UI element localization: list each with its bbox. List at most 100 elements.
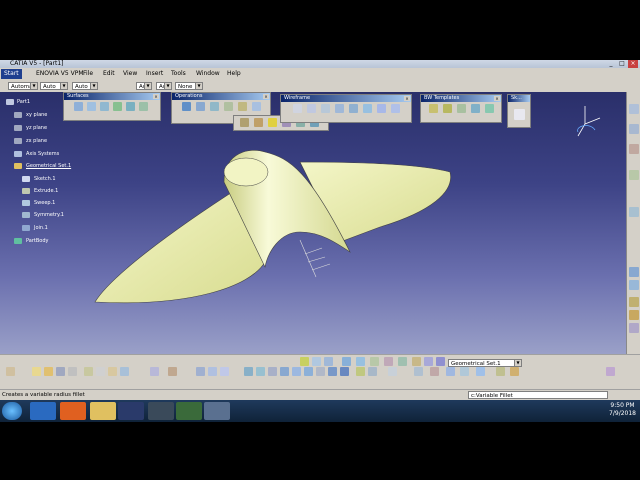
tree-root[interactable]: Part1 <box>17 99 30 105</box>
template-icon[interactable] <box>485 104 494 113</box>
new-icon[interactable] <box>32 367 41 376</box>
system-clock[interactable]: 9:50 PM 7/9/2018 <box>609 402 636 418</box>
open-icon[interactable] <box>44 367 53 376</box>
undo-icon[interactable] <box>120 367 129 376</box>
fit-all-icon[interactable] <box>256 367 265 376</box>
variable-fillet-icon[interactable] <box>268 118 277 127</box>
boundary-icon[interactable] <box>224 102 233 111</box>
tool-icon[interactable] <box>312 357 321 366</box>
close-icon[interactable]: × <box>628 60 638 68</box>
app-icon[interactable] <box>148 402 174 420</box>
extract-icon[interactable] <box>238 102 247 111</box>
tool-icon[interactable] <box>629 297 639 307</box>
tool-icon[interactable] <box>496 367 505 376</box>
tool-icon[interactable] <box>629 267 639 277</box>
tree-zx-plane[interactable]: zx plane <box>26 138 47 144</box>
command-input[interactable]: c:Variable Fillet <box>468 391 608 399</box>
rotate-icon[interactable] <box>280 367 289 376</box>
zoom-in-icon[interactable] <box>292 367 301 376</box>
tool-icon[interactable] <box>220 367 229 376</box>
fillet-icon[interactable] <box>252 102 261 111</box>
layer-combo[interactable]: None ▼ <box>175 82 203 90</box>
fill-icon[interactable] <box>139 102 148 111</box>
tool-icon[interactable] <box>629 323 639 333</box>
template-icon[interactable] <box>457 104 466 113</box>
chrome-icon[interactable] <box>176 402 202 420</box>
tool-icon[interactable] <box>384 357 393 366</box>
paste-icon[interactable] <box>108 367 117 376</box>
color-combo[interactable]: Automa ▼ <box>8 82 38 90</box>
menu-enovia[interactable]: ENOVIA V5 VPM <box>33 69 87 79</box>
tool-icon[interactable] <box>6 367 15 376</box>
tool-icon[interactable] <box>629 310 639 320</box>
point-icon[interactable] <box>293 104 302 113</box>
3d-viewport[interactable]: Part1 xy plane yz plane zx plane Axis Sy… <box>0 92 626 354</box>
tool-icon[interactable] <box>629 104 639 114</box>
part-geometry[interactable] <box>0 92 626 354</box>
whats-this-icon[interactable] <box>150 367 159 376</box>
swap-space-icon[interactable] <box>368 367 377 376</box>
fly-mode-icon[interactable] <box>244 367 253 376</box>
cut-icon[interactable] <box>84 367 93 376</box>
menu-help[interactable]: Help <box>224 69 244 79</box>
template-icon[interactable] <box>443 104 452 113</box>
tree-axis-systems[interactable]: Axis Systems <box>26 151 59 157</box>
tree-sweep-1[interactable]: Sweep.1 <box>34 200 55 206</box>
spline-icon[interactable] <box>391 104 400 113</box>
tool-icon[interactable] <box>324 357 333 366</box>
tool-icon[interactable] <box>629 124 639 134</box>
zoom-out-icon[interactable] <box>304 367 313 376</box>
tool-icon[interactable] <box>436 357 445 366</box>
menu-window[interactable]: Window <box>193 69 223 79</box>
shape-fillet-icon[interactable] <box>240 118 249 127</box>
iso-view-icon[interactable] <box>328 367 337 376</box>
circle-icon[interactable] <box>377 104 386 113</box>
close-icon[interactable]: × <box>404 96 410 101</box>
copy-icon[interactable] <box>96 367 105 376</box>
tool-icon[interactable] <box>629 144 639 154</box>
start-orb-icon[interactable] <box>2 402 22 420</box>
tool-icon[interactable] <box>370 357 379 366</box>
menu-view[interactable]: View <box>120 69 140 79</box>
sweep-icon[interactable] <box>126 102 135 111</box>
minimize-icon[interactable]: _ <box>606 60 616 68</box>
catia-task-icon[interactable] <box>204 402 230 420</box>
normal-view-icon[interactable] <box>316 367 325 376</box>
template-icon[interactable] <box>471 104 480 113</box>
internet-explorer-icon[interactable] <box>30 402 56 420</box>
tool-icon[interactable] <box>430 367 439 376</box>
plane-icon[interactable] <box>321 104 330 113</box>
menu-insert[interactable]: Insert <box>143 69 166 79</box>
firefox-icon[interactable] <box>60 402 86 420</box>
tool-icon[interactable] <box>168 367 177 376</box>
tool-icon[interactable] <box>629 280 639 290</box>
tool-icon[interactable] <box>388 367 397 376</box>
tree-geometrical-set[interactable]: Geometrical Set.1 <box>26 163 71 169</box>
geometrical-set-combo[interactable]: Geometrical Set.1 ▼ <box>448 359 522 367</box>
line-thickness-combo[interactable]: Auto ▼ <box>72 82 98 90</box>
extrude-icon[interactable] <box>74 102 83 111</box>
tree-join-1[interactable]: Join.1 <box>34 225 48 231</box>
tree-yz-plane[interactable]: yz plane <box>26 125 47 131</box>
tree-partbody[interactable]: PartBody <box>26 238 49 244</box>
tool-icon[interactable] <box>196 367 205 376</box>
menu-start[interactable]: Start <box>1 69 22 79</box>
menu-file[interactable]: File <box>80 69 96 79</box>
menu-tools[interactable]: Tools <box>168 69 189 79</box>
tool-icon[interactable] <box>476 367 485 376</box>
save-icon[interactable] <box>56 367 65 376</box>
tool-icon[interactable] <box>398 357 407 366</box>
line-type-combo[interactable]: Aut▼ <box>136 82 152 90</box>
join-icon[interactable] <box>182 102 191 111</box>
tool-icon[interactable] <box>342 357 351 366</box>
menu-edit[interactable]: Edit <box>100 69 118 79</box>
transparency-combo[interactable]: Auto ▼ <box>40 82 68 90</box>
sphere-icon[interactable] <box>100 102 109 111</box>
offset-curve-icon[interactable] <box>363 104 372 113</box>
tree-xy-plane[interactable]: xy plane <box>26 112 47 118</box>
tool-icon[interactable] <box>412 357 421 366</box>
trim-icon[interactable] <box>210 102 219 111</box>
intersection-icon[interactable] <box>349 104 358 113</box>
hide-show-icon[interactable] <box>356 367 365 376</box>
tree-sketch-1[interactable]: Sketch.1 <box>34 176 56 182</box>
